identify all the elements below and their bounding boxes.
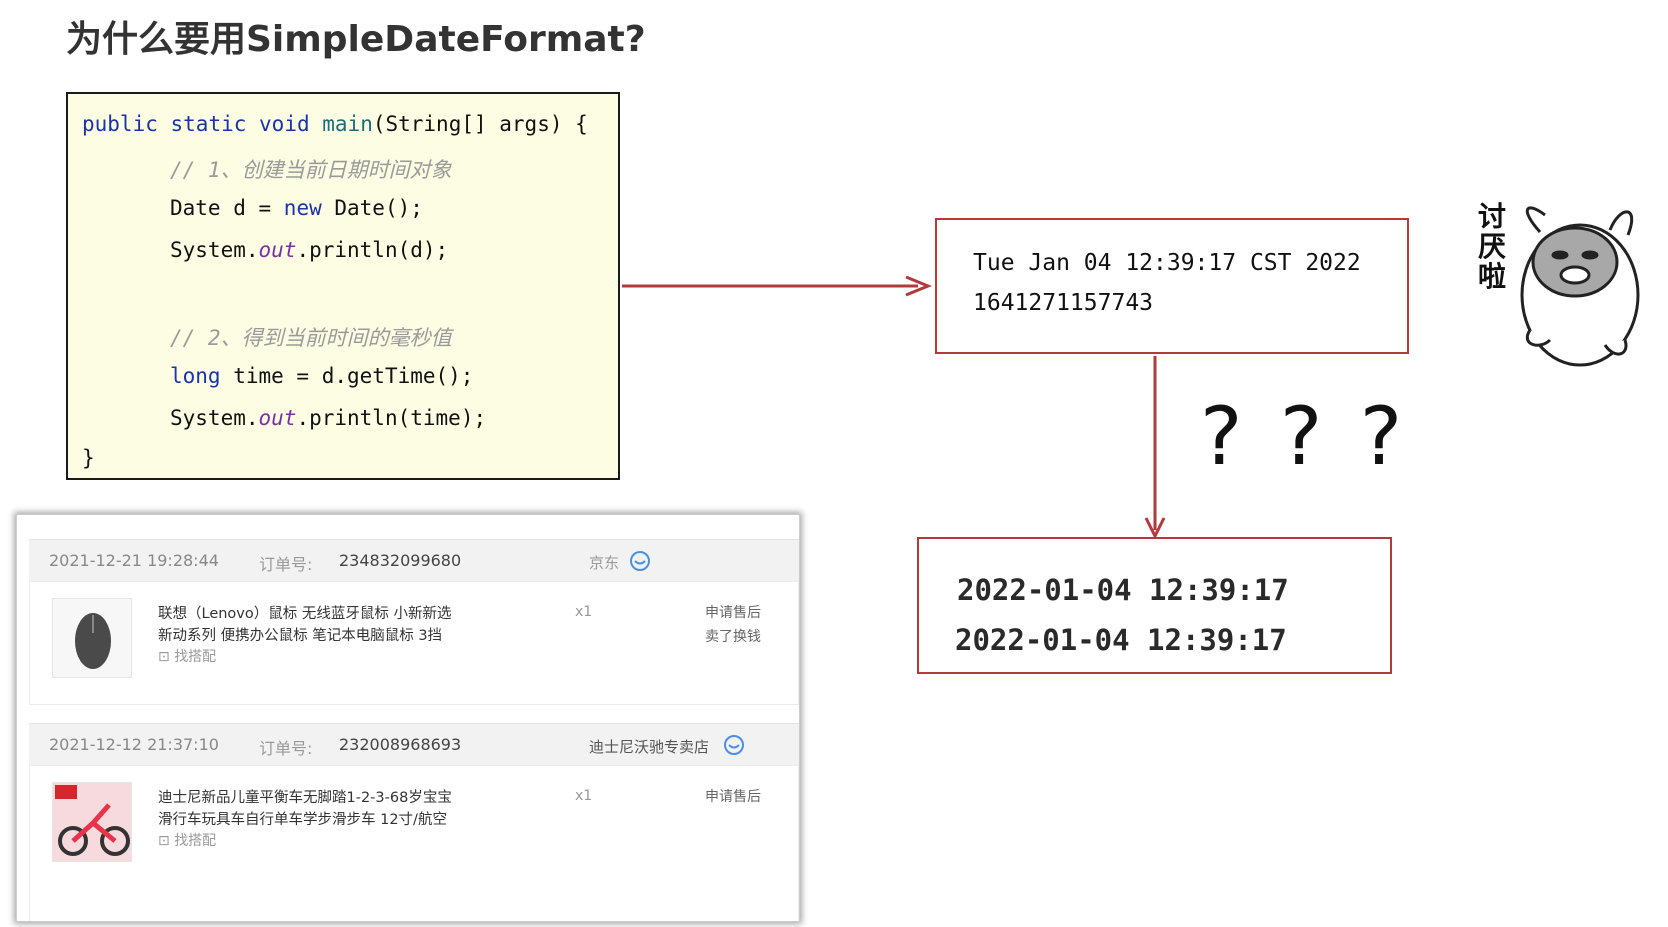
product-title-line-2[interactable]: 新动系列 便携办公鼠标 笔记本电脑鼠标 3挡 [158,624,442,645]
rabbit-sticker-icon [1520,206,1640,367]
order-list-screenshot: 2021-12-21 19:28:44 订单号: 234832099680 京东… [16,514,800,922]
console-output-box: Tue Jan 04 12:39:17 CST 2022 16412711577… [935,218,1409,354]
product-title-line-1[interactable]: 联想（Lenovo）鼠标 无线蓝牙鼠标 小新新选 [158,602,451,623]
order-number-label: 订单号: [259,555,313,574]
order-number[interactable]: 234832099680 [339,551,461,570]
question-marks: ? ? ? [1200,390,1409,483]
order-header: 2021-12-12 21:37:10 订单号: 232008968693 迪士… [29,723,799,765]
find-match-label: 找搭配 [174,649,217,665]
product-thumbnail-bike[interactable] [52,782,132,862]
find-match-link[interactable]: ⊡ 找搭配 [158,830,216,850]
arrow-right [622,275,932,297]
shop-name[interactable]: 京东 [589,552,619,573]
balance-bike-icon [55,785,130,856]
apply-after-sale-link[interactable]: 申请售后 [705,602,761,622]
apply-after-sale-link[interactable]: 申请售后 [705,786,761,806]
shop-name[interactable]: 迪士尼沃驰专卖店 [589,736,709,757]
sticker-caption: 讨厌啦 [1477,200,1506,293]
order-item: 迪士尼新品儿童平衡车无脚踏1-2-3-68岁宝宝 滑行车玩具车自行单车学步滑步车… [29,765,799,921]
box-icon: ⊡ [158,649,175,665]
chat-icon[interactable] [723,734,745,756]
sell-for-cash-link[interactable]: 卖了换钱 [705,626,761,646]
order-item: 联想（Lenovo）鼠标 无线蓝牙鼠标 小新新选 新动系列 便携办公鼠标 笔记本… [29,581,799,705]
arrow-down [1144,356,1166,540]
formatted-line-1: 2022-01-04 12:39:17 [957,573,1289,607]
formatted-output-box: 2022-01-04 12:39:17 2022-01-04 12:39:17 [917,537,1392,674]
find-match-link[interactable]: ⊡ 找搭配 [158,646,216,666]
box-icon: ⊡ [158,833,175,849]
find-match-label: 找搭配 [174,833,217,849]
chat-icon[interactable] [629,550,651,572]
order-date: 2021-12-12 21:37:10 [49,735,219,754]
order-header: 2021-12-21 19:28:44 订单号: 234832099680 京东 [29,539,799,581]
order-number[interactable]: 232008968693 [339,735,461,754]
order-number-label: 订单号: [259,739,313,758]
output-date-string: Tue Jan 04 12:39:17 CST 2022 [973,250,1361,276]
output-millis: 1641271157743 [973,290,1154,316]
quantity: x1 [575,788,593,804]
product-title-line-2[interactable]: 滑行车玩具车自行单车学步滑步车 12寸/航空 [158,808,447,829]
quantity: x1 [575,604,593,620]
product-thumbnail-mouse[interactable] [52,598,132,678]
mouse-icon [75,613,111,669]
order-date: 2021-12-21 19:28:44 [49,551,219,570]
formatted-line-2: 2022-01-04 12:39:17 [955,623,1287,657]
product-title-line-1[interactable]: 迪士尼新品儿童平衡车无脚踏1-2-3-68岁宝宝 [158,786,452,807]
